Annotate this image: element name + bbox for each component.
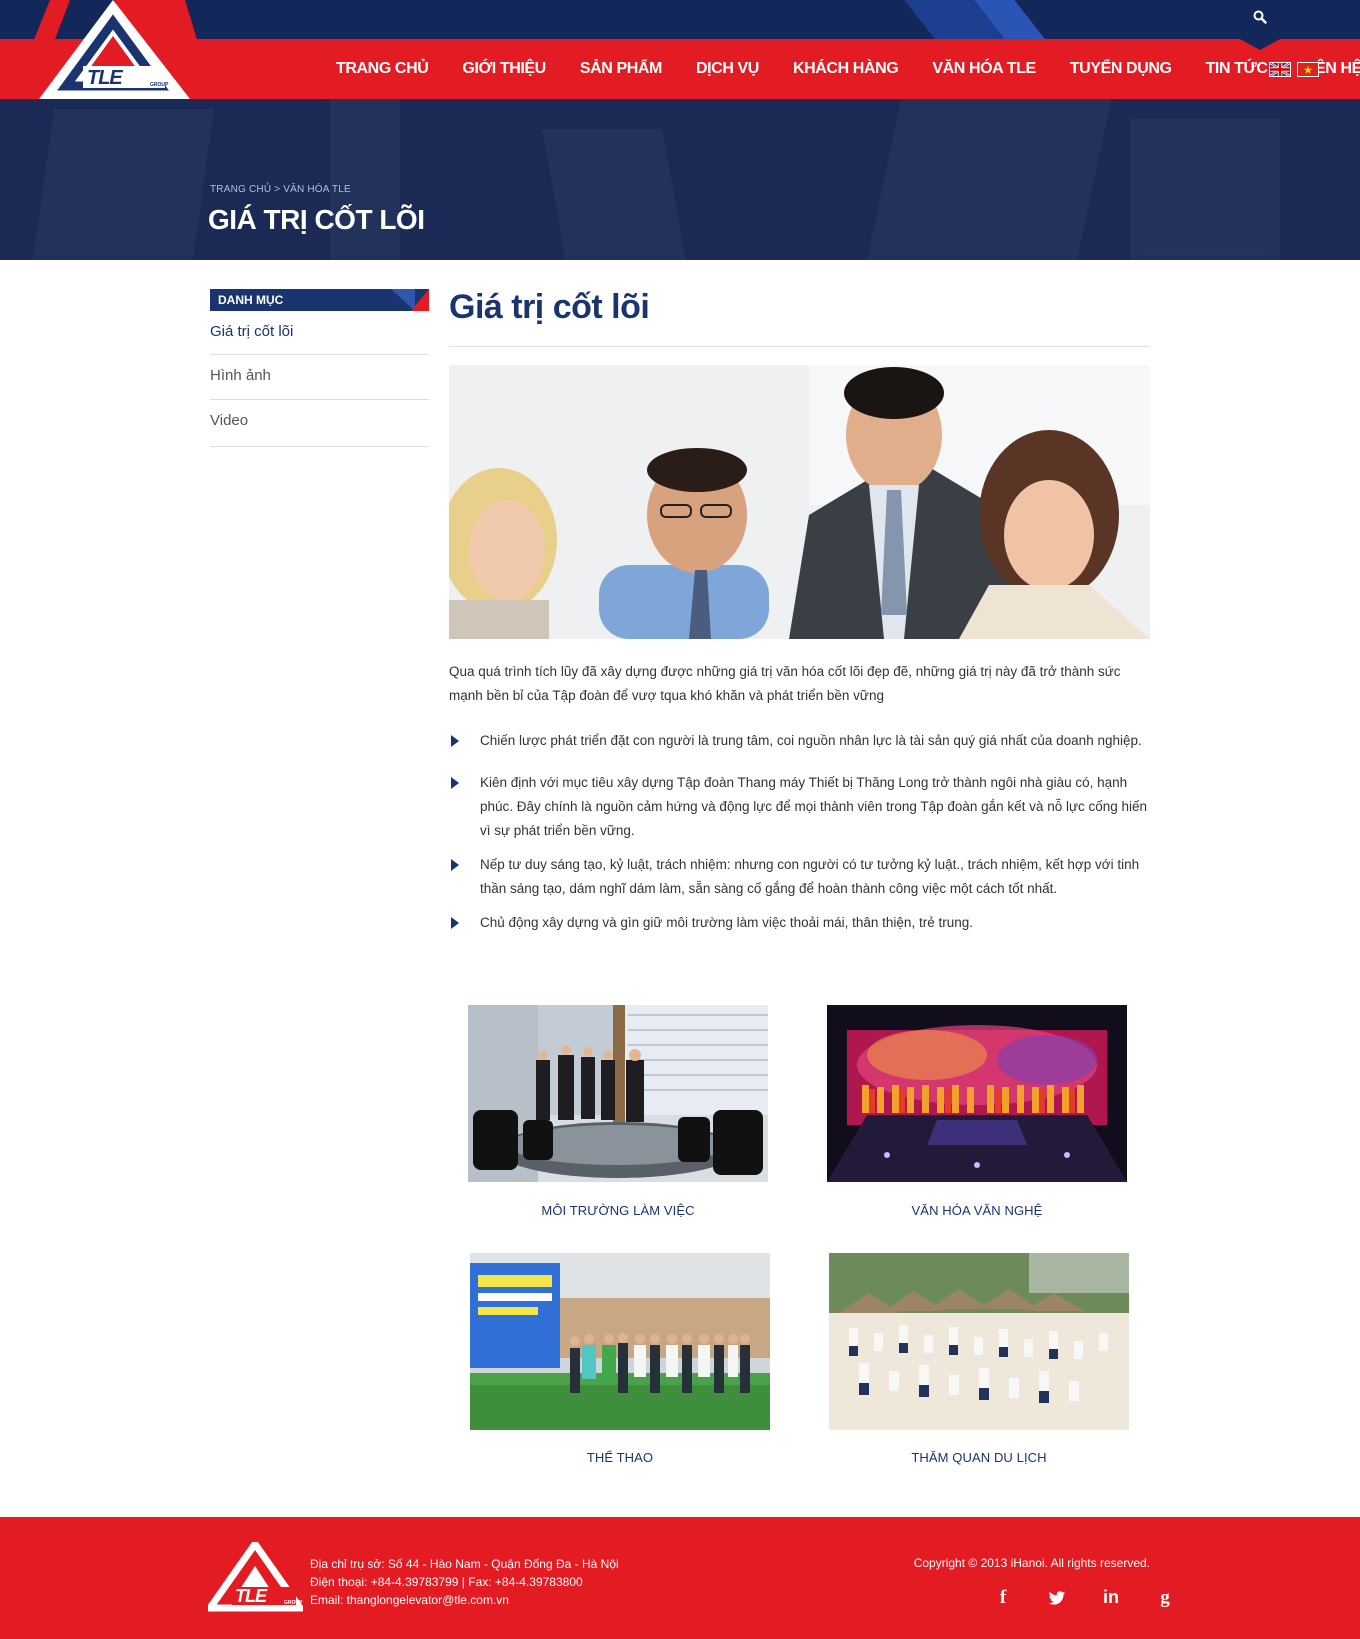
page-title: GIÁ TRỊ CỐT LÕI xyxy=(208,204,425,235)
hero-image xyxy=(449,365,1150,639)
footer-contact: Địa chỉ trụ sở: Số 44 - Hào Nam - Quận Đ… xyxy=(310,1555,619,1609)
gallery-item-workplace[interactable] xyxy=(468,1005,768,1182)
sidebar-item-video[interactable]: Video xyxy=(210,412,429,447)
bullet-arrow-icon xyxy=(451,859,459,871)
nav-about[interactable]: GIỚI THIỆU xyxy=(462,60,546,78)
list-item: Chiến lược phát triển đặt con người là t… xyxy=(449,729,1154,753)
footer-logo-sub: GROUP xyxy=(284,1600,303,1606)
content-title: Giá trị cốt lõi xyxy=(449,288,650,326)
footer-logo[interactable]: TLE GROUP xyxy=(203,1537,307,1617)
sidebar-heading: DANH MỤC xyxy=(210,289,429,311)
main-nav: TRANG CHỦ GIỚI THIỆU SẢN PHẨM DỊCH VỤ KH… xyxy=(336,39,1360,99)
logo-sub: GROUP xyxy=(150,82,169,88)
nav-services[interactable]: DỊCH VỤ xyxy=(696,60,759,78)
facebook-icon[interactable]: f xyxy=(976,1587,1030,1612)
footer-logo-text: TLE xyxy=(235,1586,267,1606)
nav-customers[interactable]: KHÁCH HÀNG xyxy=(793,60,899,78)
site-footer xyxy=(0,1517,1360,1639)
list-item-text: Chủ động xây dựng và gìn giữ môi trường … xyxy=(480,915,973,930)
linkedin-icon[interactable]: in xyxy=(1084,1587,1138,1612)
list-item-text: Nếp tư duy sáng tạo, kỷ luật, trách nhiệ… xyxy=(480,857,1140,896)
footer-copyright: Copyright © 2013 iHanoi. All rights rese… xyxy=(913,1556,1150,1570)
vietnam-flag-icon[interactable] xyxy=(1297,62,1319,77)
logo-text: TLE xyxy=(87,67,123,89)
gallery-image[interactable] xyxy=(468,1005,768,1182)
bullet-arrow-icon xyxy=(451,735,459,747)
footer-address: Địa chỉ trụ sở: Số 44 - Hào Nam - Quận Đ… xyxy=(310,1557,619,1571)
nav-culture[interactable]: VĂN HÓA TLE xyxy=(932,60,1036,78)
list-item-text: Chiến lược phát triển đặt con người là t… xyxy=(480,733,1142,748)
gallery-image[interactable] xyxy=(827,1005,1127,1182)
sidebar-item-images[interactable]: Hình ảnh xyxy=(210,367,429,400)
footer-email[interactable]: Email: thanglongelevator@tle.com.vn xyxy=(310,1591,619,1609)
list-item-text: Kiên định với mục tiêu xây dựng Tập đoàn… xyxy=(480,775,1148,838)
gallery-item-arts[interactable] xyxy=(827,1005,1127,1182)
sidebar-heading-label: DANH MỤC xyxy=(218,293,284,307)
gallery-caption[interactable]: THĂM QUAN DU LỊCH xyxy=(829,1450,1129,1465)
sidebar-item-label: Giá trị cốt lõi xyxy=(210,323,294,340)
gallery-item-sports[interactable] xyxy=(470,1253,770,1430)
gallery-caption[interactable]: THỂ THAO xyxy=(470,1450,770,1465)
values-list: Chiến lược phát triển đặt con người là t… xyxy=(449,729,1154,935)
nav-careers[interactable]: TUYỂN DỤNG xyxy=(1070,60,1172,78)
divider xyxy=(449,346,1150,347)
list-item: Kiên định với mục tiêu xây dựng Tập đoàn… xyxy=(449,771,1154,843)
twitter-icon[interactable] xyxy=(1030,1587,1084,1612)
social-links: f in g xyxy=(976,1587,1192,1612)
list-item: Chủ động xây dựng và gìn giữ môi trường … xyxy=(449,911,1154,935)
sidebar-item-label: Hình ảnh xyxy=(210,367,271,384)
gallery-item-travel[interactable] xyxy=(829,1253,1129,1430)
breadcrumb[interactable]: TRANG CHỦ > VĂN HÓA TLE xyxy=(210,184,351,195)
language-switcher xyxy=(1269,62,1319,77)
bullet-arrow-icon xyxy=(451,917,459,929)
uk-flag-icon[interactable] xyxy=(1269,62,1291,77)
list-item: Nếp tư duy sáng tạo, kỷ luật, trách nhiệ… xyxy=(449,853,1154,901)
bullet-arrow-icon xyxy=(451,777,459,789)
google-plus-icon[interactable]: g xyxy=(1138,1587,1192,1612)
footer-phone: Điện thoại: +84-4.39783799 | Fax: +84-4.… xyxy=(310,1575,583,1589)
nav-products[interactable]: SẢN PHẨM xyxy=(580,60,663,78)
nav-home[interactable]: TRANG CHỦ xyxy=(336,60,429,78)
sidebar-item-core-values[interactable]: Giá trị cốt lõi xyxy=(210,323,429,355)
gallery-image[interactable] xyxy=(470,1253,770,1430)
gallery-caption[interactable]: MÔI TRƯỜNG LÀM VIỆC xyxy=(468,1203,768,1218)
nav-news[interactable]: TIN TỨC xyxy=(1206,60,1268,78)
search-icon xyxy=(1253,10,1267,24)
gallery-image[interactable] xyxy=(829,1253,1129,1430)
site-logo[interactable]: TLE GROUP xyxy=(10,0,215,99)
decor-triangle xyxy=(391,289,415,311)
intro-paragraph: Qua quá trình tích lũy đã xây dựng được … xyxy=(449,664,1121,703)
sidebar-item-label: Video xyxy=(210,412,249,429)
page-banner xyxy=(0,99,1360,260)
gallery-caption[interactable]: VĂN HÓA VĂN NGHỆ xyxy=(827,1203,1127,1218)
